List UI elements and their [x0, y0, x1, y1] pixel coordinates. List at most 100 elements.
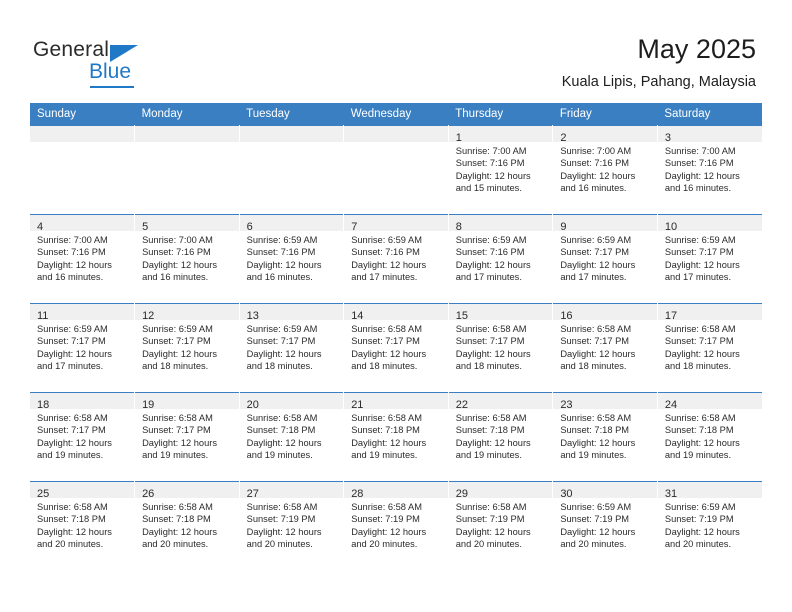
sunrise-text: Sunrise: 6:59 AM — [664, 502, 736, 512]
day-number-band: 13 — [239, 304, 344, 322]
day-details: Sunrise: 6:58 AM Sunset: 7:18 PM Daylight:… — [344, 409, 448, 462]
sunrise-text: Sunrise: 6:59 AM — [246, 324, 318, 334]
day-number-band — [239, 126, 344, 142]
day-cell[interactable]: 19 Sunrise: 6:58 AM Sunset: 7:17 PM Dayligh… — [134, 392, 240, 482]
day-number-band: 14 — [344, 304, 448, 322]
day-details: Sunrise: 6:59 AM Sunset: 7:17 PM Daylight:… — [553, 231, 657, 284]
day-cell[interactable]: 17 Sunrise: 6:58 AM Sunset: 7:17 PM Dayligh… — [657, 303, 762, 393]
daylight-text-line1: Daylight: 12 hours — [246, 348, 322, 359]
day-number: 3 — [664, 132, 671, 144]
day-number: 27 — [246, 488, 259, 500]
day-cell[interactable]: 12 Sunrise: 6:59 AM Sunset: 7:17 PM Dayligh… — [134, 303, 240, 393]
day-details: Sunrise: 7:00 AM Sunset: 7:16 PM Daylight:… — [658, 142, 762, 195]
day-cell[interactable]: 7 Sunrise: 6:59 AM Sunset: 7:16 PM Daylight… — [343, 214, 449, 304]
day-cell[interactable]: 31 Sunrise: 6:59 AM Sunset: 7:19 PM Dayligh… — [657, 481, 762, 570]
sunrise-text: Sunrise: 6:59 AM — [560, 235, 632, 245]
day-details: Sunrise: 6:59 AM Sunset: 7:17 PM Daylight:… — [30, 320, 134, 373]
daylight-text-line1: Daylight: 12 hours — [351, 437, 427, 448]
logo-text-blue: Blue — [89, 60, 132, 83]
day-number-band: 4 — [30, 215, 135, 233]
calendar-week-row: 4 Sunrise: 7:00 AM Sunset: 7:16 PM Daylight… — [30, 214, 762, 304]
day-cell[interactable]: 26 Sunrise: 6:58 AM Sunset: 7:18 PM Dayligh… — [134, 481, 240, 570]
sunrise-text: Sunrise: 6:58 AM — [455, 413, 527, 423]
daylight-text-line1: Daylight: 12 hours — [560, 170, 636, 181]
day-number: 4 — [37, 221, 44, 233]
day-number: 26 — [142, 488, 155, 500]
logo-text-general: General — [33, 38, 110, 61]
day-number-band: 1 — [448, 126, 553, 144]
day-number-band: 30 — [553, 482, 657, 500]
day-details: Sunrise: 6:58 AM Sunset: 7:18 PM Daylight:… — [135, 498, 239, 551]
day-details: Sunrise: 6:59 AM Sunset: 7:19 PM Daylight:… — [553, 498, 657, 551]
day-cell[interactable]: 25 Sunrise: 6:58 AM Sunset: 7:18 PM Dayligh… — [30, 481, 136, 570]
sunset-text: Sunset: 7:18 PM — [560, 425, 630, 436]
day-number-band: 23 — [553, 393, 657, 411]
daylight-text-line2: and 17 minutes. — [664, 272, 732, 283]
day-cell[interactable]: 16 Sunrise: 6:58 AM Sunset: 7:17 PM Dayligh… — [552, 303, 658, 393]
day-cell[interactable]: 2 Sunrise: 7:00 AM Sunset: 7:16 PM Daylight… — [552, 125, 658, 215]
title-block: May 2025 Kuala Lipis, Pahang, Malaysia — [562, 33, 756, 91]
day-cell[interactable]: 20 Sunrise: 6:58 AM Sunset: 7:18 PM Dayligh… — [239, 392, 345, 482]
day-number-band: 19 — [135, 393, 239, 411]
sunset-text: Sunset: 7:17 PM — [142, 336, 211, 347]
day-cell[interactable]: 4 Sunrise: 7:00 AM Sunset: 7:16 PM Daylight… — [30, 214, 136, 304]
day-cell[interactable]: 13 Sunrise: 6:59 AM Sunset: 7:17 PM Dayligh… — [239, 303, 345, 393]
day-number: 24 — [664, 399, 678, 411]
sunrise-text: Sunrise: 6:58 AM — [246, 413, 318, 423]
page-title: May 2025 — [637, 34, 756, 64]
day-details: Sunrise: 6:58 AM Sunset: 7:19 PM Daylight:… — [344, 498, 448, 551]
day-cell[interactable]: 24 Sunrise: 6:58 AM Sunset: 7:18 PM Dayligh… — [657, 392, 762, 482]
day-number-band: 3 — [657, 126, 762, 144]
day-cell[interactable]: 29 Sunrise: 6:58 AM Sunset: 7:19 PM Dayligh… — [448, 481, 554, 570]
day-number: 11 — [37, 310, 49, 322]
sunset-text: Sunset: 7:17 PM — [560, 336, 630, 347]
daylight-text-line1: Daylight: 12 hours — [37, 437, 112, 448]
day-number: 29 — [455, 488, 468, 500]
daylight-text-line1: Daylight: 12 hours — [142, 437, 217, 448]
sunset-text: Sunset: 7:19 PM — [246, 514, 316, 525]
sunrise-text: Sunrise: 6:58 AM — [37, 502, 108, 512]
daylight-text-line2: and 20 minutes. — [37, 539, 104, 550]
daylight-text-line2: and 17 minutes. — [37, 361, 104, 372]
sunset-text: Sunset: 7:16 PM — [455, 247, 525, 258]
sunset-text: Sunset: 7:18 PM — [37, 514, 106, 525]
day-cell[interactable]: 3 Sunrise: 7:00 AM Sunset: 7:16 PM Daylight… — [657, 125, 762, 215]
day-details: Sunrise: 6:58 AM Sunset: 7:19 PM Daylight:… — [240, 498, 344, 551]
day-cell[interactable]: 21 Sunrise: 6:58 AM Sunset: 7:18 PM Dayligh… — [343, 392, 449, 482]
day-cell[interactable]: 6 Sunrise: 6:59 AM Sunset: 7:16 PM Daylight… — [239, 214, 345, 304]
day-cell[interactable]: 30 Sunrise: 6:59 AM Sunset: 7:19 PM Dayligh… — [552, 481, 658, 570]
daylight-text-line2: and 15 minutes. — [455, 183, 522, 194]
day-cell[interactable]: 15 Sunrise: 6:58 AM Sunset: 7:17 PM Dayligh… — [448, 303, 554, 393]
sunset-text: Sunset: 7:19 PM — [664, 514, 734, 525]
calendar-grid: Sunday Monday Tuesday Wednesday Thursday Frid… — [30, 103, 762, 570]
day-details: Sunrise: 7:00 AM Sunset: 7:16 PM Daylight:… — [449, 142, 553, 195]
day-cell[interactable]: 27 Sunrise: 6:58 AM Sunset: 7:19 PM Dayligh… — [239, 481, 345, 570]
day-number: 30 — [560, 488, 573, 500]
day-cell[interactable]: 22 Sunrise: 6:58 AM Sunset: 7:18 PM Dayligh… — [448, 392, 554, 482]
weekday-header-thursday: Thursday — [448, 103, 553, 126]
daylight-text-line1: Daylight: 12 hours — [37, 526, 112, 537]
day-cell[interactable]: 1 Sunrise: 7:00 AM Sunset: 7:16 PM Daylight… — [448, 125, 554, 215]
daylight-text-line1: Daylight: 12 hours — [142, 526, 217, 537]
day-cell[interactable]: 5 Sunrise: 7:00 AM Sunset: 7:16 PM Daylight… — [134, 214, 240, 304]
day-number-band: 27 — [239, 482, 344, 500]
day-cell[interactable]: 8 Sunrise: 6:59 AM Sunset: 7:16 PM Daylight… — [448, 214, 554, 304]
day-number-band — [135, 126, 239, 142]
day-cell[interactable]: 9 Sunrise: 6:59 AM Sunset: 7:17 PM Daylight… — [552, 214, 658, 304]
sunset-text: Sunset: 7:17 PM — [246, 336, 316, 347]
day-cell[interactable]: 11 Sunrise: 6:59 AM Sunset: 7:17 PM Dayligh… — [30, 303, 136, 393]
day-details: Sunrise: 6:59 AM Sunset: 7:19 PM Daylight:… — [658, 498, 762, 551]
day-cell[interactable]: 10 Sunrise: 6:59 AM Sunset: 7:17 PM Dayligh… — [657, 214, 762, 304]
day-cell[interactable]: 28 Sunrise: 6:58 AM Sunset: 7:19 PM Dayligh… — [343, 481, 449, 570]
daylight-text-line1: Daylight: 12 hours — [246, 526, 322, 537]
day-details: Sunrise: 6:58 AM Sunset: 7:17 PM Daylight:… — [344, 320, 448, 373]
sunrise-text: Sunrise: 6:58 AM — [664, 324, 736, 334]
day-details: Sunrise: 6:58 AM Sunset: 7:19 PM Daylight:… — [449, 498, 553, 551]
sunset-text: Sunset: 7:19 PM — [560, 514, 630, 525]
day-cell[interactable]: 18 Sunrise: 6:58 AM Sunset: 7:17 PM Dayligh… — [30, 392, 136, 482]
day-number: 22 — [455, 399, 468, 411]
day-cell[interactable]: 14 Sunrise: 6:58 AM Sunset: 7:17 PM Dayligh… — [343, 303, 449, 393]
day-cell[interactable]: 23 Sunrise: 6:58 AM Sunset: 7:18 PM Dayligh… — [552, 392, 658, 482]
daylight-text-line1: Daylight: 12 hours — [664, 170, 740, 181]
sunrise-text: Sunrise: 6:59 AM — [664, 235, 736, 245]
